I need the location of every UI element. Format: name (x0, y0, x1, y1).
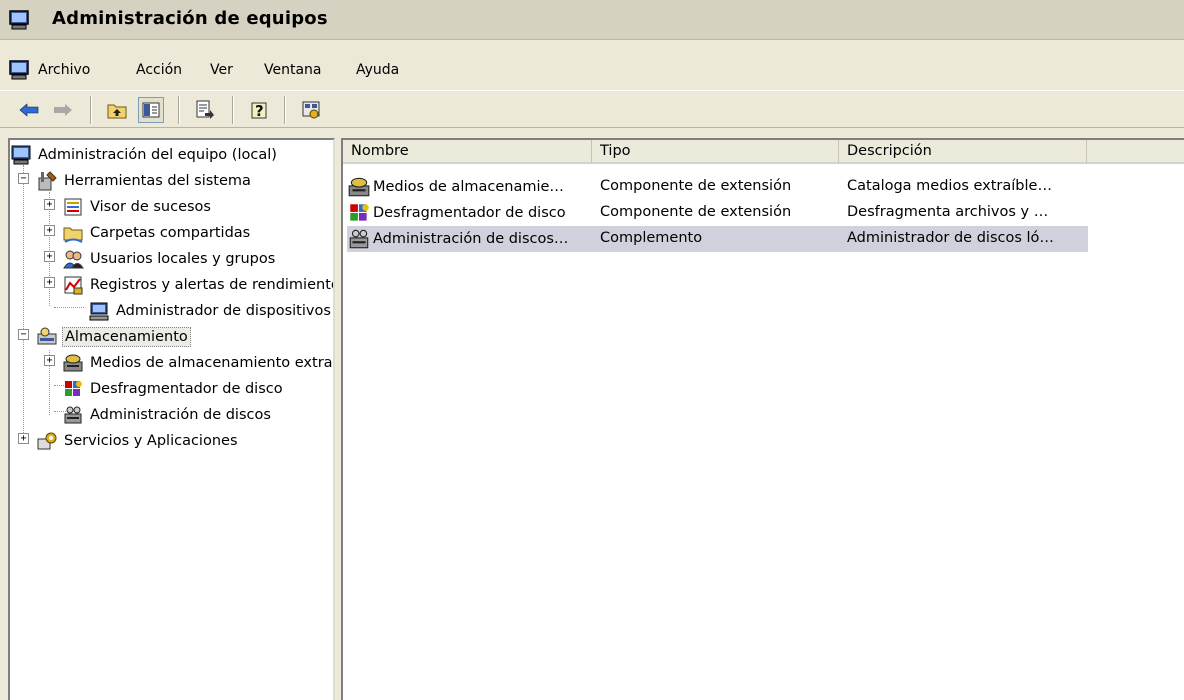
collapse-toggle[interactable]: − (18, 173, 29, 184)
tree-item-label: Administrador de dispositivos (116, 303, 331, 319)
storage-icon (37, 327, 57, 345)
row-type: Complemento (600, 230, 703, 246)
tree-item-administrador-dispositivos[interactable]: Administrador de dispositivos (88, 298, 333, 324)
removable-storage-icon (63, 354, 83, 372)
row-description: Cataloga medios extraíble… (847, 178, 1052, 194)
forward-arrow-icon[interactable] (50, 97, 76, 123)
disk-management-icon (64, 406, 82, 424)
menu-archivo[interactable]: Archivo (38, 62, 90, 78)
menu-bar: Archivo Acción Ver Ventana Ayuda (0, 52, 1184, 90)
tree-item-desfragmentador[interactable]: Desfragmentador de disco (62, 376, 285, 402)
tree-item-almacenamiento[interactable]: Almacenamiento (36, 324, 191, 350)
services-icon (37, 432, 57, 450)
back-arrow-icon[interactable] (16, 97, 42, 123)
removable-storage-icon (348, 177, 370, 197)
tree-item-visor-sucesos[interactable]: Visor de sucesos (62, 194, 213, 220)
export-list-icon[interactable] (192, 97, 218, 123)
computer-icon (11, 145, 31, 165)
tree-item-administracion-discos[interactable]: Administración de discos (62, 402, 273, 428)
tree-item-label: Carpetas compartidas (90, 225, 251, 241)
tree-line (54, 307, 84, 308)
console-tree[interactable]: Administración del equipo (local) − Herr… (8, 138, 335, 700)
expand-toggle[interactable]: + (44, 199, 55, 210)
tree-item-admin-equipo[interactable]: Administración del equipo (local) (10, 142, 279, 168)
computer-management-icon (8, 9, 30, 35)
show-hide-tree-icon[interactable] (138, 97, 164, 123)
tree-item-usuarios[interactable]: Usuarios locales y grupos (62, 246, 277, 272)
tree-item-label: Administración del equipo (local) (38, 147, 277, 163)
tree-item-label: Servicios y Aplicaciones (64, 433, 238, 449)
title-bar: Administración de equipos (0, 0, 1184, 40)
shared-folder-icon (63, 227, 83, 243)
tree-item-label: Desfragmentador de disco (90, 381, 283, 397)
tree-item-servicios[interactable]: Servicios y Aplicaciones (36, 428, 240, 454)
row-name: Administración de discos… (373, 231, 569, 247)
tree-item-herramientas[interactable]: Herramientas del sistema (36, 168, 253, 194)
column-header-nombre[interactable]: Nombre (343, 140, 592, 164)
list-row[interactable]: Administración de discos… Complemento Ad… (347, 226, 1088, 252)
menu-accion[interactable]: Acción (136, 62, 182, 78)
row-type: Componente de extensión (600, 178, 792, 194)
tree-item-label: Visor de sucesos (90, 199, 211, 215)
column-header-descripcion[interactable]: Descripción (839, 140, 1087, 164)
tree-item-label: Herramientas del sistema (64, 173, 251, 189)
list-row[interactable]: Medios de almacenamie… Componente de ext… (347, 174, 1088, 200)
tree-item-label: Usuarios locales y grupos (90, 251, 276, 267)
toolbar-separator (232, 96, 234, 124)
tree-item-carpetas[interactable]: Carpetas compartidas (62, 220, 252, 246)
toolbar-separator (284, 96, 286, 124)
collapse-toggle[interactable]: − (18, 329, 29, 340)
tree-item-registros[interactable]: Registros y alertas de rendimiento (62, 272, 335, 298)
toolbar-separator (90, 96, 92, 124)
up-folder-icon[interactable] (104, 97, 130, 123)
event-viewer-icon (64, 198, 82, 216)
tree-item-medios-almacenamiento[interactable]: Medios de almacenamiento extraíbles (62, 350, 333, 376)
defrag-icon (65, 381, 82, 396)
expand-toggle[interactable]: + (44, 225, 55, 236)
details-list[interactable]: Nombre Tipo Descripción Medios de almace… (341, 138, 1184, 700)
tree-item-label: Administración de discos (90, 407, 271, 423)
menu-ventana[interactable]: Ventana (264, 62, 322, 78)
disk-management-icon (349, 229, 369, 249)
column-header-empty (1087, 140, 1184, 164)
expand-toggle[interactable]: + (18, 433, 29, 444)
tools-icon (38, 171, 57, 191)
defrag-icon (350, 204, 369, 221)
properties-icon[interactable] (298, 97, 324, 123)
system-menu-icon[interactable] (8, 59, 30, 85)
row-description: Desfragmenta archivos y … (847, 204, 1049, 220)
menu-ayuda[interactable]: Ayuda (356, 62, 399, 78)
row-description: Administrador de discos ló… (847, 230, 1054, 246)
tree-line (23, 165, 24, 433)
tree-item-label: Medios de almacenamiento extraíbles (90, 355, 333, 371)
tree-item-label: Almacenamiento (62, 327, 191, 347)
expand-toggle[interactable]: + (44, 251, 55, 262)
toolbar-separator (178, 96, 180, 124)
row-name: Medios de almacenamie… (373, 179, 564, 195)
help-icon[interactable]: ? (246, 97, 272, 123)
toolbar: ? (0, 90, 1184, 128)
tree-item-label: Registros y alertas de rendimiento (90, 277, 335, 293)
expand-toggle[interactable]: + (44, 277, 55, 288)
svg-text:?: ? (255, 102, 264, 120)
column-header-tipo[interactable]: Tipo (592, 140, 839, 164)
device-manager-icon (89, 302, 109, 321)
window-title: Administración de equipos (52, 8, 328, 29)
users-icon (63, 250, 84, 269)
menu-ver[interactable]: Ver (210, 62, 233, 78)
row-name: Desfragmentador de disco (373, 205, 566, 221)
list-row[interactable]: Desfragmentador de disco Componente de e… (347, 200, 1088, 226)
expand-toggle[interactable]: + (44, 355, 55, 366)
performance-icon (64, 276, 83, 295)
row-type: Componente de extensión (600, 204, 792, 220)
